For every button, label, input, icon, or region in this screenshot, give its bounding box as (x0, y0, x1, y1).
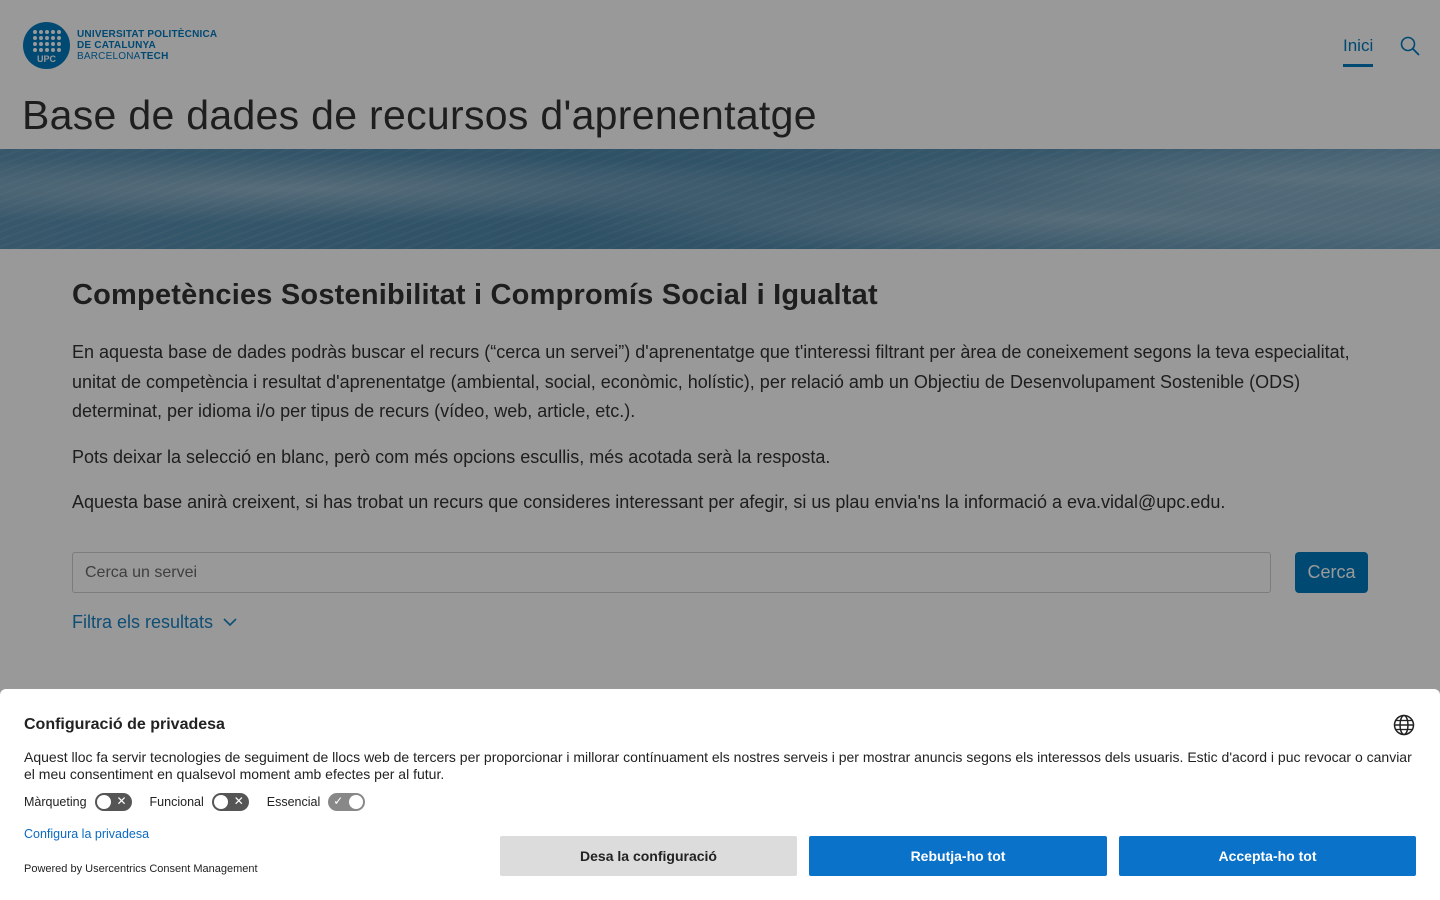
marketing-switch[interactable]: ✕ (94, 793, 132, 811)
powered-by-text: Powered by Usercentrics Consent Manageme… (24, 863, 258, 875)
toggle-functional: Funcional ✕ (150, 793, 249, 811)
reject-all-button[interactable]: Rebutja-ho tot (809, 836, 1107, 876)
language-globe-icon[interactable] (1393, 714, 1415, 736)
configure-privacy-link[interactable]: Configura la privadesa (24, 827, 149, 841)
consent-title: Configuració de privadesa (24, 716, 225, 733)
privacy-consent-banner: Configuració de privadesa Aquest lloc fa… (0, 689, 1440, 900)
x-icon: ✕ (116, 794, 127, 808)
save-settings-button[interactable]: Desa la configuració (500, 836, 797, 876)
check-icon: ✓ (333, 794, 344, 808)
consent-toggles: Màrqueting ✕ Funcional ✕ Essencial ✓ (24, 793, 383, 811)
accept-all-button[interactable]: Accepta-ho tot (1119, 836, 1416, 876)
toggle-marketing: Màrqueting ✕ (24, 793, 132, 811)
essential-switch: ✓ (328, 793, 366, 811)
functional-switch[interactable]: ✕ (211, 793, 249, 811)
consent-description: Aquest lloc fa servir tecnologies de seg… (24, 749, 1412, 782)
toggle-essential: Essencial ✓ (267, 793, 366, 811)
x-icon: ✕ (233, 794, 244, 808)
